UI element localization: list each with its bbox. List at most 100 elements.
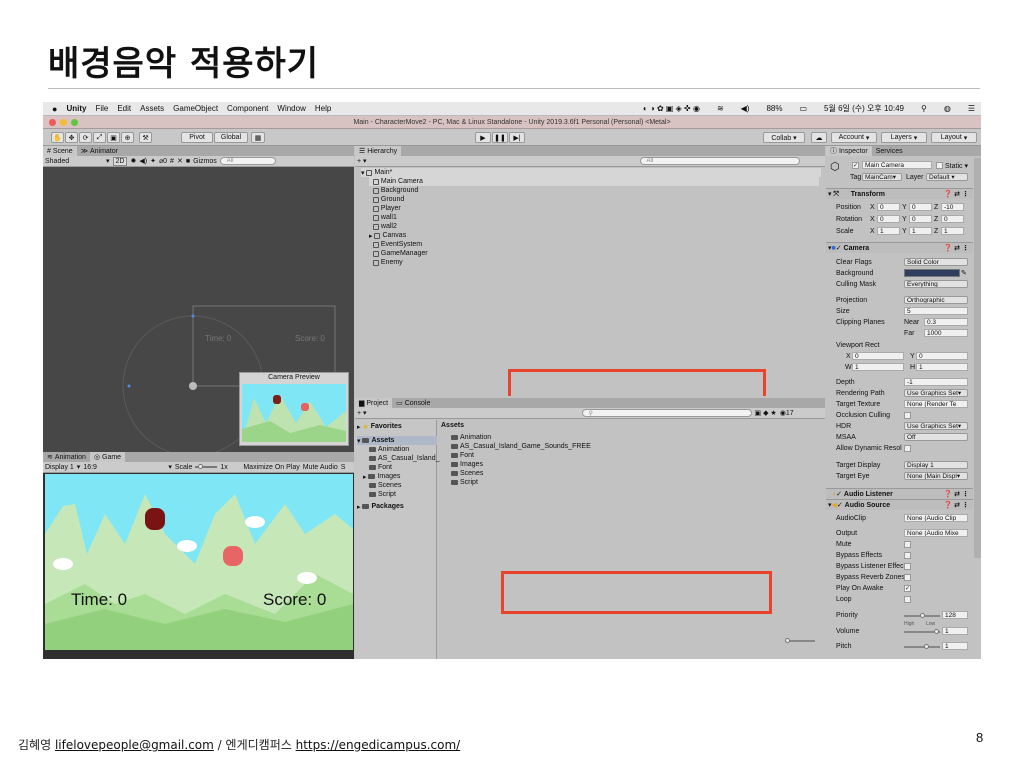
cloud-icon[interactable]: ☁ xyxy=(811,132,827,143)
layers-dropdown[interactable]: Layers ▾ xyxy=(881,132,927,143)
menu-help[interactable]: Help xyxy=(315,104,331,113)
rendering-path-dropdown[interactable]: Use Graphics Set▾ xyxy=(904,389,968,397)
project-tree-folder[interactable]: ▸ Images xyxy=(363,472,400,481)
hierarchy-item[interactable]: Background xyxy=(369,186,819,195)
project-tree-folder[interactable]: Script xyxy=(369,490,396,499)
inspector-scrollbar[interactable] xyxy=(974,158,981,558)
audioclip-field[interactable]: None (Audio Clip xyxy=(904,514,968,522)
status-icons[interactable]: ◐ ◑ ✿ ▣ ◈ ✜ ◉ xyxy=(643,104,700,113)
depth-field[interactable]: -1 xyxy=(904,378,968,386)
transform-z-field[interactable]: -10 xyxy=(941,203,964,211)
hidden-packages-icon[interactable]: ◉17 xyxy=(780,409,794,417)
audio-source-header[interactable]: ▾ ◀ ✓ Audio Source ❓ ⇄ ⋮ xyxy=(826,499,973,510)
step-icon[interactable]: ▶| xyxy=(509,132,525,143)
account-dropdown[interactable]: Account ▾ xyxy=(831,132,877,143)
layer-dropdown[interactable]: Default ▾ xyxy=(926,173,968,181)
tab-project[interactable]: ▆ Project xyxy=(355,398,393,408)
tab-console[interactable]: ▭ Console xyxy=(392,398,434,408)
menu-edit[interactable]: Edit xyxy=(117,104,131,113)
msaa-dropdown[interactable]: Off xyxy=(904,433,968,441)
output-field[interactable]: None (Audio Mixe xyxy=(904,529,968,537)
hierarchy-item[interactable]: GameManager xyxy=(369,249,819,258)
transform-x-field[interactable]: 0 xyxy=(877,215,900,223)
collab-button[interactable]: Collab ▾ xyxy=(763,132,805,143)
tab-animator[interactable]: ≫ Animator xyxy=(77,146,122,156)
mode-2d-button[interactable]: 2D xyxy=(112,156,128,166)
stats-toggle[interactable]: S xyxy=(341,464,346,471)
create-button[interactable]: + ▾ xyxy=(357,157,367,165)
project-tree-folder[interactable]: Animation xyxy=(369,445,409,454)
tools-icon[interactable]: ✕ xyxy=(177,157,183,165)
custom-tool-icon[interactable]: ⚒ xyxy=(139,132,152,143)
tab-inspector[interactable]: ⓘ Inspector xyxy=(826,146,872,156)
transform-header[interactable]: ▾ ⤧ Transform ❓ ⇄ ⋮ xyxy=(826,188,973,199)
menu-gameobject[interactable]: GameObject xyxy=(173,104,218,113)
project-asset-folder[interactable]: Animation xyxy=(451,433,491,442)
project-asset-folder[interactable]: Scenes xyxy=(451,469,483,478)
transform-y-field[interactable]: 0 xyxy=(909,215,932,223)
transform-y-field[interactable]: 1 xyxy=(909,227,932,235)
apple-icon[interactable]: ● xyxy=(52,104,57,114)
culling-mask-dropdown[interactable]: Everything xyxy=(904,280,968,288)
project-search-input[interactable]: ⚲ xyxy=(581,409,752,417)
icon-size-slider[interactable] xyxy=(785,638,815,643)
minimize-icon[interactable] xyxy=(60,119,67,126)
effects-icon[interactable]: ✦ xyxy=(150,157,156,165)
tab-game[interactable]: ◎ Game xyxy=(89,452,126,462)
transform-tool-icon[interactable]: ⊕ xyxy=(121,132,134,143)
project-asset-folder[interactable]: AS_Casual_Island_Game_Sounds_FREE xyxy=(451,442,591,451)
pitch-slider[interactable] xyxy=(904,644,940,649)
clock[interactable]: 5월 6일 (수) 오후 10:49 xyxy=(824,103,904,114)
zoom-icon[interactable] xyxy=(71,119,78,126)
project-tree-folder[interactable]: AS_Casual_Island_ xyxy=(369,454,440,463)
wifi-icon[interactable]: ≋ xyxy=(717,104,724,113)
game-view[interactable] xyxy=(45,474,353,650)
lighting-icon[interactable]: ✹ xyxy=(130,157,136,165)
target-eye-dropdown[interactable]: None (Main Displ▾ xyxy=(904,472,968,480)
project-tree-folder[interactable]: Font xyxy=(369,463,392,472)
transform-y-field[interactable]: 0 xyxy=(909,203,932,211)
project-asset-folder[interactable]: Images xyxy=(451,460,483,469)
scene-search-input[interactable]: All xyxy=(219,157,276,165)
target-texture-field[interactable]: None (Render Te xyxy=(904,400,968,408)
siri-icon[interactable]: ◍ xyxy=(944,104,951,113)
layout-dropdown[interactable]: Layout ▾ xyxy=(931,132,977,143)
menu-unity[interactable]: Unity xyxy=(66,104,86,113)
footer-url-link[interactable]: https://engedicampus.com/ xyxy=(296,738,461,752)
grid-icon[interactable]: # xyxy=(170,158,174,165)
viewport-x-field[interactable]: 0 xyxy=(852,352,904,360)
packages-item[interactable]: ▸ Packages xyxy=(357,502,404,511)
transform-x-field[interactable]: 1 xyxy=(877,227,900,235)
footer-email-link[interactable]: lifelovepeople@gmail.com xyxy=(55,738,214,752)
static-label[interactable]: Static ▾ xyxy=(945,162,968,170)
volume-icon[interactable]: ◀) xyxy=(741,104,750,113)
scale-tool-icon[interactable]: ⤢ xyxy=(93,132,106,143)
favorites-item[interactable]: ▸ ★ Favorites xyxy=(357,422,402,431)
hand-tool-icon[interactable]: ✋ xyxy=(51,132,64,143)
menu-window[interactable]: Window xyxy=(277,104,305,113)
tab-scene[interactable]: # Scene xyxy=(43,146,77,156)
audio-listener-header[interactable]: ◖ ✓ Audio Listener ❓ ⇄ ⋮ xyxy=(826,488,973,499)
move-tool-icon[interactable]: ✥ xyxy=(65,132,78,143)
hierarchy-item[interactable]: ▸ Canvas xyxy=(369,231,819,240)
clear-flags-dropdown[interactable]: Solid Color xyxy=(904,258,968,266)
audio-icon[interactable]: ◀) xyxy=(139,157,147,165)
background-color-swatch[interactable] xyxy=(904,269,960,277)
chevron-down-icon[interactable]: ▾ xyxy=(106,157,110,165)
mute-audio-toggle[interactable]: Mute Audio xyxy=(303,464,338,471)
gizmos-dropdown[interactable]: Gizmos xyxy=(193,158,217,165)
bypass-reverb-checkbox[interactable] xyxy=(904,574,911,581)
scale-slider[interactable] xyxy=(195,464,218,469)
transform-z-field[interactable]: 1 xyxy=(941,227,964,235)
global-toggle[interactable]: Global xyxy=(214,132,248,143)
mute-checkbox[interactable] xyxy=(904,541,911,548)
tab-services[interactable]: Services xyxy=(872,146,907,156)
loop-checkbox[interactable] xyxy=(904,596,911,603)
project-asset-folder[interactable]: Font xyxy=(451,451,474,460)
near-field[interactable]: 0.3 xyxy=(924,318,968,326)
menu-file[interactable]: File xyxy=(95,104,108,113)
aspect-dropdown[interactable]: 16:9 xyxy=(83,464,165,471)
far-field[interactable]: 1000 xyxy=(924,329,968,337)
search-icon[interactable]: ⚲ xyxy=(921,104,927,113)
viewport-w-field[interactable]: 1 xyxy=(852,363,904,371)
